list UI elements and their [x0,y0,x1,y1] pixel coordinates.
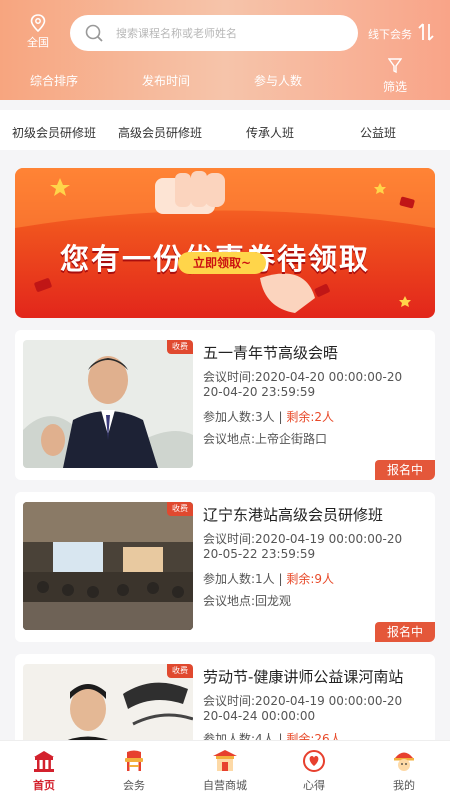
fee-tag: 收费 [167,340,193,354]
tab-home[interactable]: 首页 [14,749,74,793]
course-thumbnail: 收费 [23,340,193,468]
course-time-line1: 会议时间:2020-04-19 00:00:00-20 [203,532,403,546]
tab-notes[interactable]: 心得 [284,749,344,793]
status-badge[interactable]: 报名中 [375,622,435,642]
course-location: 会议地点:回龙观 [203,594,292,608]
course-participants-row: 参加人数:1人 | 剩余:9人 [203,570,334,587]
course-card[interactable]: 收费 五一青年节高级会晤 会议时间:2020-04-20 00:00:00-20… [15,330,435,480]
meeting-icon [125,750,143,771]
bottom-tab-bar: 首页 会务 自营商城 心得 我的 [0,740,450,800]
participants-count: 参加人数:3人 [203,410,275,424]
profile-icon [394,752,414,771]
course-title: 劳动节-健康讲师公益课河南站 [203,668,404,686]
tab-inheritor[interactable]: 传承人班 [246,124,294,141]
tab-junior-member[interactable]: 初级会员研修班 [12,124,96,141]
course-title: 辽宁东港站高级会员研修班 [203,506,384,524]
offline-meeting-link[interactable]: 线下会务 [368,26,412,42]
remaining-seats: 剩余:9人 [286,572,335,586]
course-location: 会议地点:上帝企街路口 [203,432,328,446]
claim-coupon-button[interactable]: 立即领取~ [178,252,266,274]
filter-icon [387,58,403,74]
sort-participants[interactable]: 参与人数 [254,72,302,89]
course-time-line2: 20-04-24 00:00:00 [203,709,316,723]
tab-profile[interactable]: 我的 [374,749,434,793]
tab-public-welfare[interactable]: 公益班 [360,124,396,141]
sort-publish-time[interactable]: 发布时间 [142,72,190,89]
location-pin-icon [30,14,46,32]
course-card[interactable]: 收费 辽宁东港站高级会员研修班 会议时间:2020-04-19 00:00:00… [15,492,435,642]
course-title: 五一青年节高级会晤 [203,344,339,362]
location-selector[interactable]: 全国 [22,14,54,50]
course-time-line1: 会议时间:2020-04-20 00:00:00-20 [203,370,403,384]
fee-tag: 收费 [167,502,193,516]
tab-meeting[interactable]: 会务 [104,749,164,793]
course-thumbnail: 收费 [23,502,193,630]
home-icon [34,751,54,772]
tab-mall[interactable]: 自营商城 [195,749,255,793]
tab-home-label: 首页 [33,779,55,792]
separator: | [274,572,287,586]
mall-icon [213,750,237,771]
course-time-line2: 20-05-22 23:59:59 [203,547,316,561]
separator: | [274,410,287,424]
filter-button[interactable]: 筛选 [380,58,410,95]
course-time-line1: 会议时间:2020-04-19 00:00:00-20 [203,694,403,708]
coupon-banner[interactable]: 您有一份优惠券待领取 立即领取~ [15,168,435,318]
tab-meeting-label: 会务 [123,779,145,792]
search-icon [85,24,103,42]
location-label: 全国 [27,36,49,49]
notes-icon [303,750,325,772]
category-tabs: 初级会员研修班 高级会员研修班 传承人班 公益班 [0,110,450,150]
tab-notes-label: 心得 [303,779,325,792]
course-participants-row: 参加人数:3人 | 剩余:2人 [203,408,334,425]
search-input[interactable]: 搜索课程名称或老师姓名 [70,15,358,51]
tab-mall-label: 自营商城 [203,779,247,792]
sort-comprehensive[interactable]: 综合排序 [30,72,78,89]
tab-senior-member[interactable]: 高级会员研修班 [118,124,202,141]
participants-count: 参加人数:1人 [203,572,275,586]
filter-label: 筛选 [382,80,407,94]
course-time-line2: 20-04-20 23:59:59 [203,385,316,399]
fee-tag: 收费 [167,664,193,678]
search-placeholder: 搜索课程名称或老师姓名 [116,27,237,40]
tab-profile-label: 我的 [393,779,415,792]
remaining-seats: 剩余:2人 [286,410,335,424]
status-badge[interactable]: 报名中 [375,460,435,480]
header-bar: 全国 搜索课程名称或老师姓名 线下会务 综合排序 发布时间 参与人数 筛选 [0,0,450,100]
switch-icon[interactable] [418,22,434,42]
